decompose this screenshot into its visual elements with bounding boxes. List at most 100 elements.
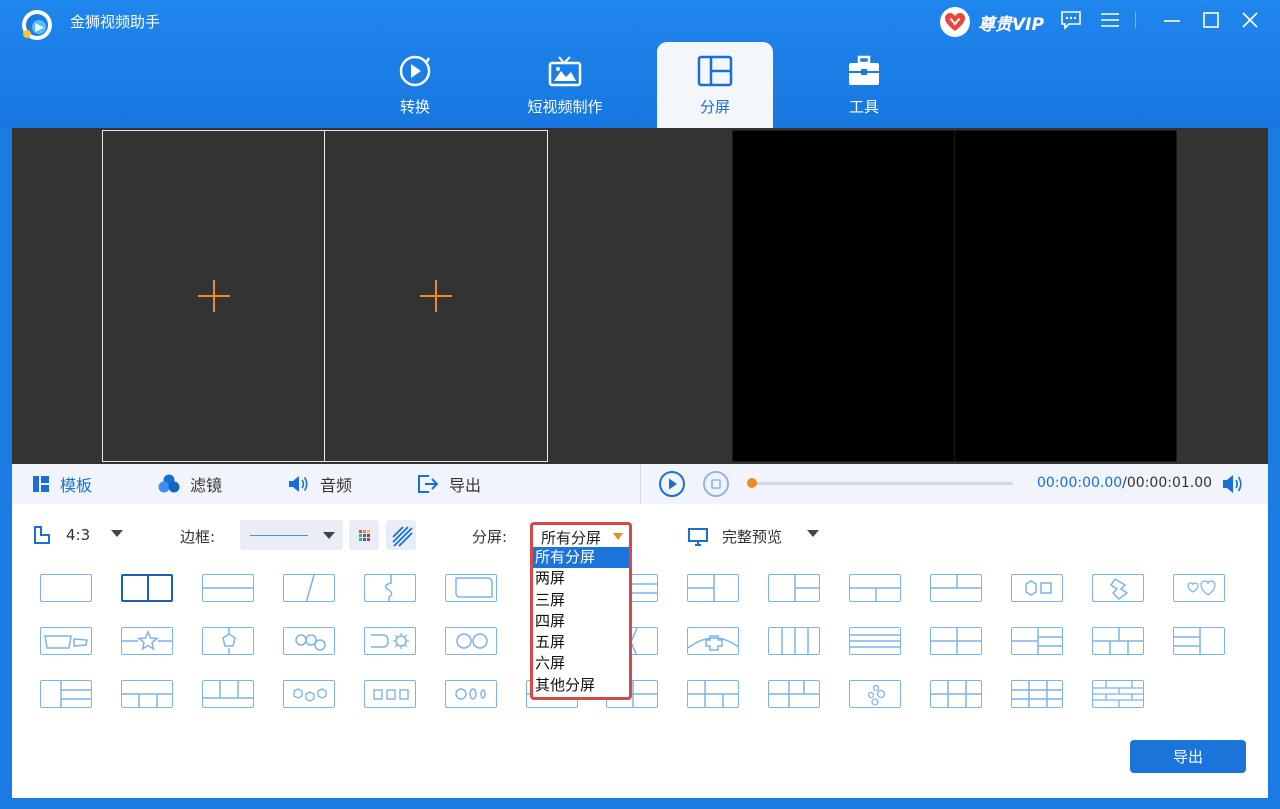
tab-convert[interactable]: 转换 <box>357 42 473 128</box>
tab-label: 分屏 <box>699 98 730 116</box>
template-item[interactable] <box>40 574 92 602</box>
toolbox-icon <box>849 55 879 85</box>
template-item[interactable] <box>40 627 92 655</box>
full-preview-dropdown-icon[interactable] <box>807 530 819 537</box>
border-color-button[interactable] <box>349 520 379 550</box>
split-cell-left[interactable] <box>102 130 325 462</box>
template-item[interactable] <box>121 627 173 655</box>
close-icon[interactable] <box>1238 8 1262 32</box>
template-item[interactable] <box>849 627 901 655</box>
template-item[interactable] <box>202 627 254 655</box>
add-video-icon[interactable] <box>197 280 230 312</box>
border-style-select[interactable] <box>240 520 343 550</box>
filter-icon <box>158 474 180 493</box>
template-item[interactable] <box>1011 627 1063 655</box>
template-label: 模板 <box>60 476 93 495</box>
template-item[interactable] <box>1173 574 1225 602</box>
template-item[interactable] <box>445 680 497 708</box>
tab-split-screen[interactable]: 分屏 <box>657 42 773 128</box>
template-tab[interactable]: 模板 <box>32 472 92 496</box>
split-option[interactable]: 五屏 <box>533 632 629 653</box>
template-item[interactable] <box>1173 627 1225 655</box>
template-item[interactable] <box>364 574 416 602</box>
minimize-icon[interactable] <box>1160 8 1184 32</box>
progress-track[interactable] <box>747 478 1013 488</box>
tv-icon <box>548 56 582 87</box>
vip-heart-icon <box>940 7 970 37</box>
template-item[interactable] <box>687 680 739 708</box>
template-item[interactable] <box>1092 680 1144 708</box>
aspect-ratio-value[interactable]: 4:3 <box>66 526 90 544</box>
export-button[interactable]: 导出 <box>1130 740 1246 773</box>
template-item[interactable] <box>930 627 982 655</box>
aspect-ratio-icon <box>34 526 50 544</box>
split-type-select[interactable]: 所有分屏 <box>530 522 632 550</box>
split-option[interactable]: 六屏 <box>533 653 629 674</box>
template-item[interactable] <box>121 574 173 602</box>
template-item[interactable] <box>1011 680 1063 708</box>
template-item[interactable] <box>930 680 982 708</box>
output-preview <box>640 128 1268 464</box>
template-item[interactable] <box>1011 574 1063 602</box>
filter-tab[interactable]: 滤镜 <box>158 472 222 496</box>
split-screen-icon <box>697 55 733 87</box>
template-item[interactable] <box>1092 574 1144 602</box>
split-option[interactable]: 三屏 <box>533 590 629 611</box>
template-item[interactable] <box>283 627 335 655</box>
export-tab[interactable]: 导出 <box>417 472 481 496</box>
template-item[interactable] <box>202 680 254 708</box>
template-item[interactable] <box>202 574 254 602</box>
stop-icon[interactable] <box>702 470 730 498</box>
audio-tab[interactable]: 音频 <box>288 472 352 496</box>
template-item[interactable] <box>930 574 982 602</box>
template-item[interactable] <box>849 574 901 602</box>
split-cell-right[interactable] <box>324 130 548 462</box>
color-palette-icon <box>359 530 370 541</box>
full-preview-toggle[interactable]: 完整预览 <box>688 526 782 547</box>
split-option[interactable]: 所有分屏 <box>533 547 629 569</box>
app-logo-icon <box>22 10 52 40</box>
border-pattern-button[interactable] <box>386 520 416 550</box>
template-item[interactable] <box>768 627 820 655</box>
export-label: 导出 <box>449 476 482 495</box>
template-item[interactable] <box>687 574 739 602</box>
split-option[interactable]: 其他分屏 <box>533 675 629 696</box>
title-divider <box>1135 12 1136 28</box>
tab-label: 工具 <box>848 98 879 116</box>
convert-icon <box>399 55 431 87</box>
template-item[interactable] <box>445 627 497 655</box>
template-item[interactable] <box>40 680 92 708</box>
template-item[interactable] <box>283 680 335 708</box>
tab-short-video[interactable]: 短视频制作 <box>507 42 623 128</box>
total-time: 00:00:01.00 <box>1126 475 1213 491</box>
template-item[interactable] <box>283 574 335 602</box>
template-item[interactable] <box>445 574 497 602</box>
ratio-dropdown-icon[interactable] <box>111 530 123 537</box>
split-option[interactable]: 两屏 <box>533 568 629 589</box>
editor-toolbar: 模板 滤镜 音频 导出 00:00:00.00/00:00:01.00 <box>12 464 1268 504</box>
add-video-icon[interactable] <box>420 280 452 312</box>
split-dropdown-icon <box>613 533 623 540</box>
chat-icon[interactable] <box>1059 8 1083 32</box>
template-item[interactable] <box>768 680 820 708</box>
border-dropdown-icon <box>323 532 335 539</box>
template-item[interactable] <box>768 574 820 602</box>
maximize-icon[interactable] <box>1199 8 1223 32</box>
split-option[interactable]: 四屏 <box>533 611 629 632</box>
tab-tools[interactable]: 工具 <box>806 42 922 128</box>
template-item[interactable] <box>364 680 416 708</box>
audio-icon <box>289 476 308 492</box>
template-item[interactable] <box>687 627 739 655</box>
menu-icon[interactable] <box>1098 8 1122 32</box>
template-item[interactable] <box>121 680 173 708</box>
template-item[interactable] <box>364 627 416 655</box>
preview-cell-left <box>732 130 955 462</box>
volume-icon[interactable] <box>1221 473 1245 495</box>
template-item[interactable] <box>849 680 901 708</box>
app-title: 金狮视频助手 <box>70 13 161 31</box>
play-icon[interactable] <box>658 470 686 498</box>
vip-badge[interactable]: 尊贵VIP <box>940 6 1044 38</box>
progress-handle[interactable] <box>747 478 757 488</box>
audio-label: 音频 <box>320 476 353 495</box>
template-item[interactable] <box>1092 627 1144 655</box>
